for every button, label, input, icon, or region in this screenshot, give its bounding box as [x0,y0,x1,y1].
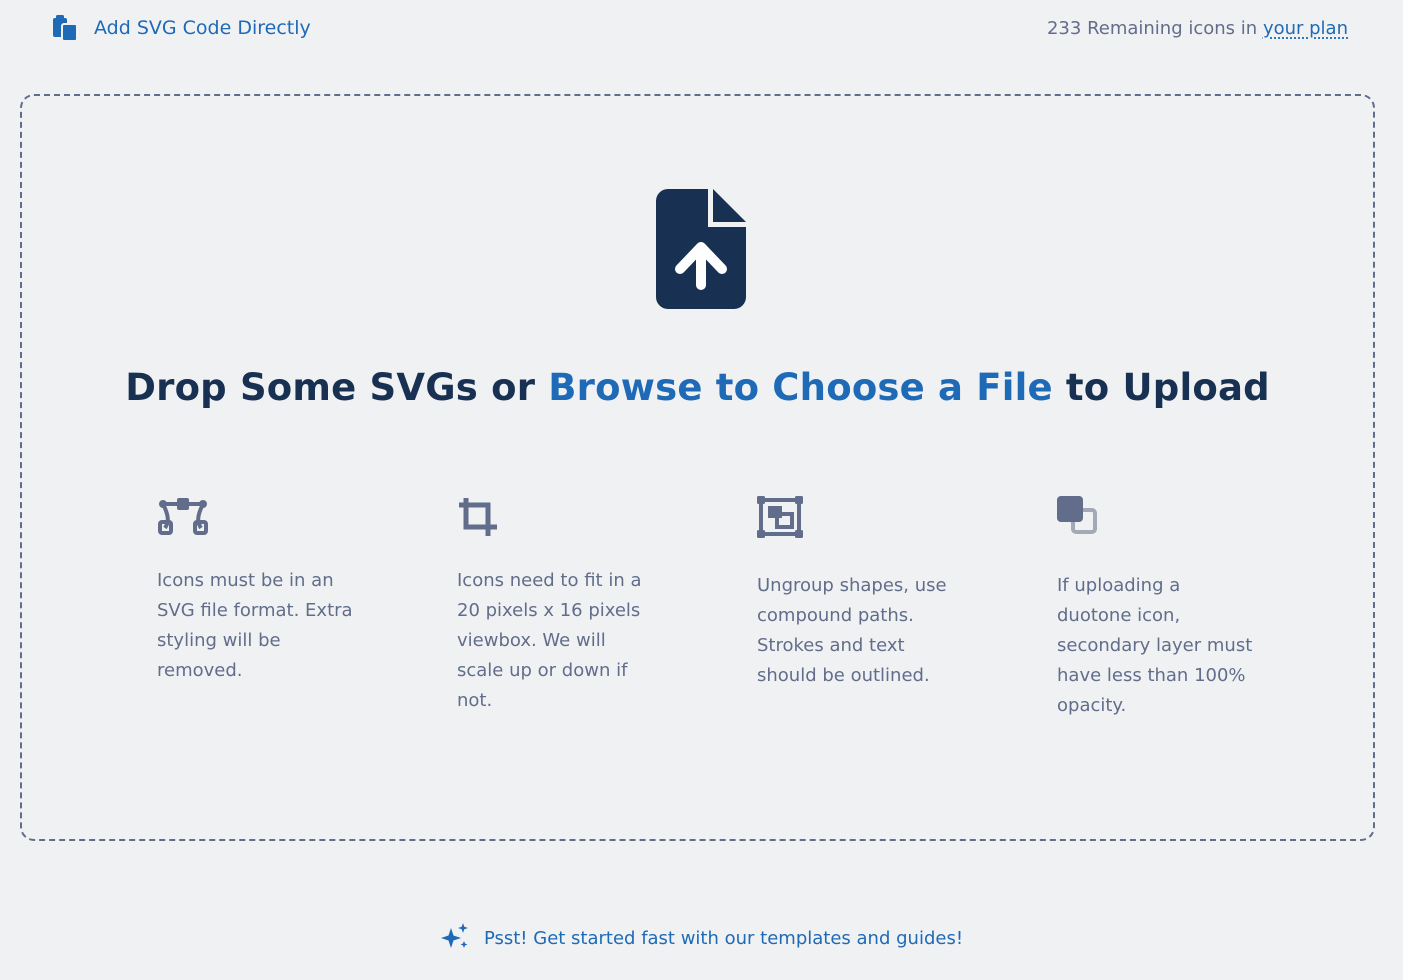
tip-text: Ungroup shapes, use compound paths. Stro… [757,575,947,686]
upload-dropzone[interactable]: Drop Some SVGs or Browse to Choose a Fil… [20,94,1375,841]
tip-text: Icons must be in an SVG file format. Ext… [157,570,353,681]
tip-text: If uploading a duotone icon, secondary l… [1057,575,1253,716]
add-svg-code-button[interactable]: Add SVG Code Directly [52,14,311,42]
add-svg-code-label: Add SVG Code Directly [94,17,311,39]
footer-templates-banner: Psst! Get started fast with our template… [0,922,1403,955]
upload-headline: Drop Some SVGs or Browse to Choose a Fil… [22,366,1373,409]
top-bar: Add SVG Code Directly 233 Remaining icon… [0,0,1403,60]
tip-viewbox-size: Icons need to fit in a 20 pixels x 16 pi… [457,496,657,716]
sparkles-icon [440,922,470,955]
remaining-icons-count: 233 Remaining icons in [1046,18,1258,39]
remaining-icons-text: 233 Remaining icons in your plan [1047,18,1348,39]
your-plan-link[interactable]: your plan [1263,18,1348,39]
tip-svg-format: Icons must be in an SVG file format. Ext… [157,496,357,686]
headline-before: Drop Some SVGs or [125,366,536,409]
object-ungroup-icon [757,496,957,538]
tip-ungroup-shapes: Ungroup shapes, use compound paths. Stro… [757,496,957,691]
tip-text: Icons need to fit in a 20 pixels x 16 pi… [457,570,642,711]
tip-duotone-opacity: If uploading a duotone icon, secondary l… [1057,496,1257,721]
headline-after: to Upload [1065,366,1270,409]
clone-duotone-icon [1057,496,1257,538]
paste-icon [52,14,78,42]
browse-file-link[interactable]: Browse to Choose a File [548,366,1053,409]
templates-guides-link[interactable]: Psst! Get started fast with our template… [484,928,963,949]
crop-icon [457,496,657,538]
file-arrow-up-icon [656,189,746,313]
bezier-curve-icon [157,496,357,538]
